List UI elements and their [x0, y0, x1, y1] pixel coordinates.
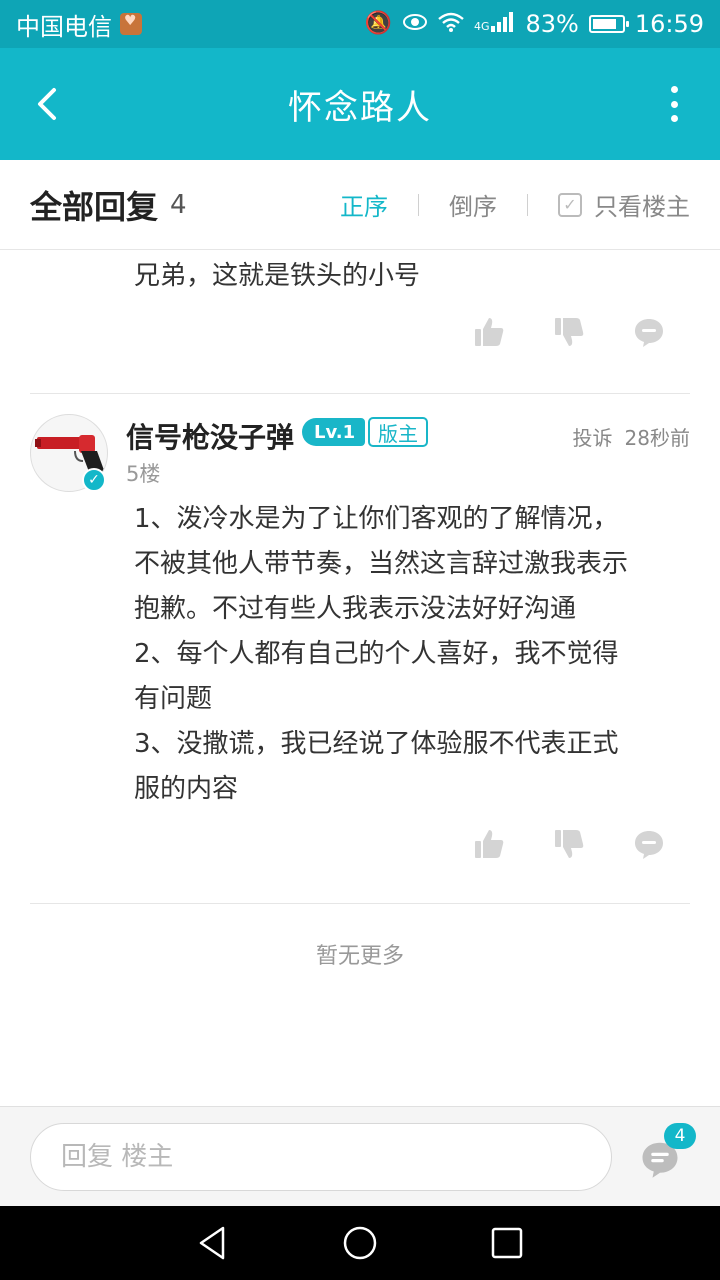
thumbs-down-icon[interactable]: [553, 828, 585, 860]
nav-home-icon[interactable]: [340, 1223, 380, 1263]
app-bar: 怀念路人: [0, 48, 720, 160]
post-line: 1、泼冷水是为了让你们客观的了解情况，: [134, 504, 619, 534]
signal-icon: [491, 11, 515, 37]
network-type-label: 4G: [473, 20, 490, 33]
post-actions: [473, 316, 665, 348]
divider: [527, 193, 528, 216]
moderator-badge: 版主: [368, 417, 428, 447]
post-header: ✓ 信号枪没子弹 Lv.1 版主 5楼 投诉 28秒前: [30, 414, 690, 494]
author-name[interactable]: 信号枪没子弹: [126, 416, 294, 456]
all-replies-label: 全部回复: [30, 187, 159, 226]
carrier-label: 中国电信: [16, 12, 112, 41]
no-more-label: 暂无更多: [315, 944, 404, 969]
nav-back-icon[interactable]: [193, 1223, 233, 1263]
verified-badge-icon: ✓: [82, 468, 106, 492]
more-dot: [670, 86, 678, 93]
thumbs-up-icon[interactable]: [473, 316, 505, 348]
thumbs-up-icon[interactable]: [473, 828, 505, 860]
more-options-button[interactable]: [668, 86, 680, 122]
clock: 16:59: [634, 10, 704, 38]
thumbs-down-icon[interactable]: [553, 316, 585, 348]
floor-number: 5楼: [126, 462, 161, 486]
only-owner-toggle[interactable]: 只看楼主: [558, 187, 690, 222]
checkbox-icon[interactable]: [558, 192, 582, 217]
comment-icon[interactable]: [633, 316, 665, 348]
chevron-left-icon: [38, 88, 56, 120]
post-actions: [473, 828, 665, 860]
post-line: 抱歉。不过有些人我表示没法好好沟通: [134, 594, 577, 624]
sort-ascending-button[interactable]: 正序: [340, 187, 388, 222]
sort-descending-button[interactable]: 倒序: [449, 187, 497, 222]
back-button[interactable]: [30, 86, 66, 122]
report-button[interactable]: 投诉: [573, 422, 613, 451]
eye-comfort-icon: [402, 13, 428, 36]
reply-bar: 回复 楼主 4: [0, 1106, 720, 1206]
nav-recents-icon[interactable]: [487, 1223, 527, 1263]
battery-icon: [588, 15, 629, 33]
notification-app-icon: [120, 13, 142, 35]
battery-percent: 83%: [525, 10, 579, 38]
only-owner-label: 只看楼主: [594, 193, 690, 221]
post-line: 2、每个人都有自己的个人喜好，我不觉得: [134, 639, 619, 669]
post-line: 3、没撒谎，我已经说了体验服不代表正式: [134, 729, 619, 759]
status-bar: 中国电信 🔕 4G 83% 16:59: [0, 0, 720, 48]
system-nav-bar: [0, 1206, 720, 1280]
mute-icon: 🔕: [364, 11, 392, 36]
post-time: 28秒前: [624, 426, 690, 450]
post-content: 1、泼冷水是为了让你们客观的了解情况， 不被其他人带节奏，当然这言辞过激我表示 …: [134, 497, 690, 812]
reply-sort-header: 全部回复 4 正序 倒序 只看楼主: [0, 160, 720, 250]
post-line: 有问题: [134, 684, 213, 714]
more-dot: [670, 100, 678, 108]
post-divider: [30, 903, 690, 904]
wifi-icon: [438, 12, 464, 37]
page-title: 怀念路人: [288, 87, 432, 128]
reply-input[interactable]: 回复 楼主: [30, 1123, 612, 1191]
post-divider: [30, 393, 690, 394]
post-line: 兄弟，这就是铁头的小号: [134, 261, 421, 291]
battery-fill: [592, 19, 617, 29]
reply-count: 4: [170, 189, 187, 220]
more-dot: [670, 115, 678, 122]
post-content: 兄弟，这就是铁头的小号: [134, 254, 690, 299]
divider: [418, 193, 419, 216]
post-line: 不被其他人带节奏，当然这言辞过激我表示: [134, 549, 629, 579]
reply-count-badge: 4: [664, 1123, 696, 1149]
comment-icon[interactable]: [633, 828, 665, 860]
post-line: 服的内容: [134, 774, 239, 804]
level-badge: Lv.1: [302, 418, 366, 446]
